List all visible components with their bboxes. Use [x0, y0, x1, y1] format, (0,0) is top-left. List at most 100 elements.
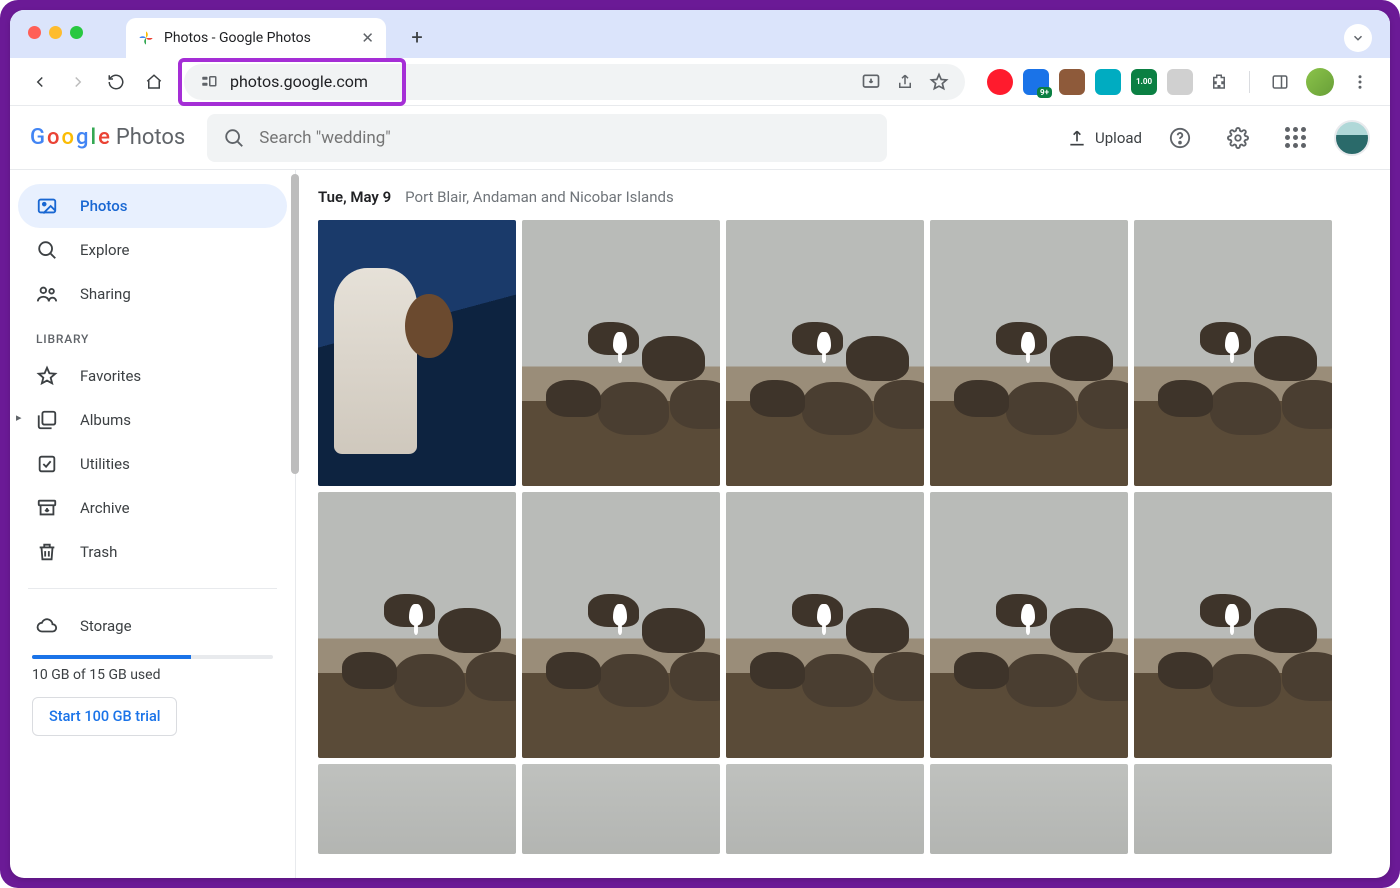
new-tab-button[interactable]: + [400, 20, 434, 54]
extension-badge: 9+ [1037, 87, 1052, 98]
sidebar: Photos Explore Sharing LIBRARY Favorites [10, 170, 296, 878]
sidebar-item-utilities[interactable]: Utilities [18, 442, 287, 486]
photo-thumbnail[interactable] [522, 492, 720, 758]
search-icon [223, 127, 245, 149]
back-button[interactable] [24, 66, 56, 98]
tab-title: Photos - Google Photos [164, 30, 311, 46]
browser-tab[interactable]: Photos - Google Photos ✕ [126, 18, 386, 58]
sidebar-item-sharing[interactable]: Sharing [18, 272, 287, 316]
extensions-row: 9+ 1.00 [979, 66, 1376, 98]
extension-green-icon[interactable]: 1.00 [1131, 69, 1157, 95]
upload-button[interactable]: Upload [1067, 128, 1142, 148]
date-label: Tue, May 9 [318, 188, 391, 206]
reload-button[interactable] [100, 66, 132, 98]
divider [1249, 71, 1250, 93]
date-header: Tue, May 9 Port Blair, Andaman and Nicob… [318, 188, 1368, 206]
photo-thumbnail[interactable] [318, 492, 516, 758]
photo-thumbnail[interactable] [930, 764, 1128, 854]
start-trial-button[interactable]: Start 100 GB trial [32, 697, 177, 736]
cloud-icon [36, 615, 58, 637]
utilities-icon [36, 453, 58, 475]
extension-blue-icon[interactable]: 9+ [1023, 69, 1049, 95]
sidebar-item-storage[interactable]: Storage [32, 607, 273, 645]
sharing-icon [36, 283, 58, 305]
app-body: Photos Explore Sharing LIBRARY Favorites [10, 170, 1390, 878]
window-controls [28, 26, 83, 39]
site-info-icon[interactable] [198, 73, 220, 91]
sidebar-item-label: Archive [80, 499, 130, 517]
photo-thumbnail[interactable] [522, 220, 720, 486]
storage-label: Storage [80, 617, 132, 635]
header-actions: Upload [1067, 118, 1370, 158]
upload-label: Upload [1095, 129, 1142, 147]
side-panel-button[interactable] [1264, 66, 1296, 98]
photo-thumbnail[interactable] [1134, 764, 1332, 854]
photo-thumbnail[interactable] [726, 220, 924, 486]
upload-icon [1067, 128, 1087, 148]
install-app-icon[interactable] [859, 70, 883, 94]
settings-button[interactable] [1218, 118, 1258, 158]
google-photos-logo[interactable]: Google Photos [30, 125, 185, 150]
photo-thumbnail[interactable] [726, 764, 924, 854]
trash-icon [36, 541, 58, 563]
photo-thumbnail[interactable] [522, 764, 720, 854]
sidebar-item-label: Photos [80, 197, 127, 215]
sidebar-scrollbar-thumb[interactable] [291, 174, 299, 474]
photo-grid-area: Tue, May 9 Port Blair, Andaman and Nicob… [296, 170, 1390, 878]
help-button[interactable] [1160, 118, 1200, 158]
home-button[interactable] [138, 66, 170, 98]
logo-suffix: Photos [116, 125, 185, 150]
extension-teal-icon[interactable] [1095, 69, 1121, 95]
close-tab-icon[interactable]: ✕ [361, 29, 374, 47]
albums-icon [36, 409, 58, 431]
star-icon [36, 365, 58, 387]
tabs-dropdown-button[interactable] [1344, 24, 1372, 52]
maximize-window-button[interactable] [70, 26, 83, 39]
search-box[interactable] [207, 114, 887, 162]
google-apps-button[interactable] [1276, 118, 1316, 158]
sidebar-item-label: Sharing [80, 285, 131, 303]
url-text: photos.google.com [230, 72, 368, 91]
extension-brown-icon[interactable] [1059, 69, 1085, 95]
search-icon [36, 239, 58, 261]
sidebar-item-label: Utilities [80, 455, 130, 473]
bookmark-star-icon[interactable] [927, 70, 951, 94]
sidebar-item-label: Trash [80, 543, 117, 561]
photo-thumbnail[interactable] [1134, 220, 1332, 486]
storage-section: Storage 10 GB of 15 GB used Start 100 GB… [18, 603, 287, 740]
sidebar-item-photos[interactable]: Photos [18, 184, 287, 228]
address-bar[interactable]: photos.google.com [184, 64, 965, 100]
sidebar-item-albums[interactable]: Albums [18, 398, 287, 442]
forward-button[interactable] [62, 66, 94, 98]
sidebar-item-label: Albums [80, 411, 131, 429]
search-input[interactable] [259, 128, 871, 148]
photo-thumbnail[interactable] [318, 220, 516, 486]
library-section-label: LIBRARY [18, 316, 287, 354]
photo-thumbnail[interactable] [930, 492, 1128, 758]
storage-progress-bar [32, 655, 273, 659]
extension-gray-icon[interactable] [1167, 69, 1193, 95]
sidebar-item-archive[interactable]: Archive [18, 486, 287, 530]
photo-thumbnail[interactable] [318, 764, 516, 854]
sidebar-item-favorites[interactable]: Favorites [18, 354, 287, 398]
extensions-button[interactable] [1203, 66, 1235, 98]
share-icon[interactable] [893, 70, 917, 94]
close-window-button[interactable] [28, 26, 41, 39]
minimize-window-button[interactable] [49, 26, 62, 39]
sidebar-item-explore[interactable]: Explore [18, 228, 287, 272]
photo-thumbnail[interactable] [1134, 492, 1332, 758]
sidebar-item-label: Favorites [80, 367, 141, 385]
app-header: Google Photos Upload [10, 106, 1390, 170]
sidebar-item-trash[interactable]: Trash [18, 530, 287, 574]
sidebar-item-label: Explore [80, 241, 130, 259]
location-label: Port Blair, Andaman and Nicobar Islands [405, 188, 674, 206]
storage-progress-fill [32, 655, 191, 659]
photo-thumbnail[interactable] [726, 492, 924, 758]
chrome-menu-button[interactable] [1344, 66, 1376, 98]
address-bar-actions [859, 70, 951, 94]
account-avatar[interactable] [1334, 120, 1370, 156]
extension-opera-icon[interactable] [987, 69, 1013, 95]
photo-thumbnail[interactable] [930, 220, 1128, 486]
profile-avatar[interactable] [1306, 68, 1334, 96]
photos-icon [36, 195, 58, 217]
